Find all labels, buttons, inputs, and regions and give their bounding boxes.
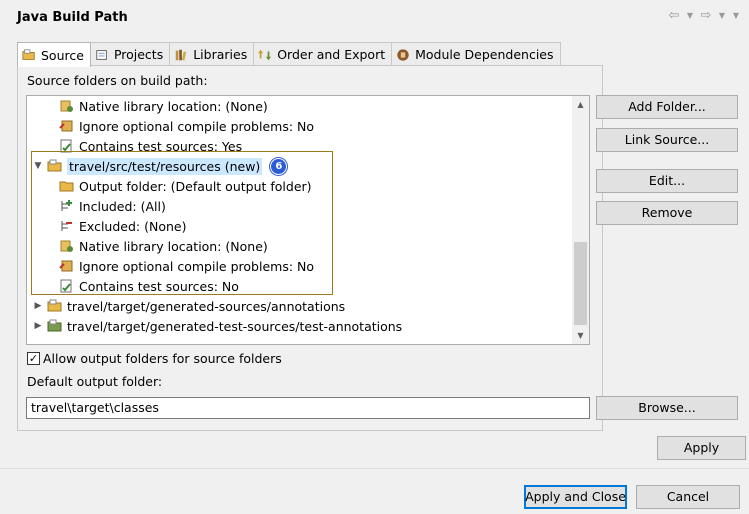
tab-projects[interactable]: Projects	[89, 42, 171, 66]
tab-label: Module Dependencies	[415, 47, 554, 62]
footer-divider	[0, 468, 749, 469]
default-output-label: Default output folder:	[27, 374, 163, 389]
tree-item-label: travel/target/generated-sources/annotati…	[67, 298, 346, 314]
allow-output-label: Allow output folders for source folders	[43, 351, 282, 366]
module-icon	[397, 48, 409, 61]
tree-item[interactable]: Native library location: (None)	[45, 236, 268, 256]
forward-arrow-icon[interactable]: ⇨	[699, 8, 713, 23]
title-bar: Java Build Path ⇦ ▼ ⇨ ▼ ▼	[0, 0, 749, 36]
remove-button[interactable]: Remove	[596, 201, 738, 225]
tree-item[interactable]: Contains test sources: No	[45, 276, 239, 296]
tab-label: Libraries	[193, 47, 248, 62]
ignore-problems-icon	[59, 260, 73, 272]
cancel-button[interactable]: Cancel	[636, 485, 740, 509]
tab-label: Source	[41, 47, 84, 63]
source-folder-icon	[47, 299, 62, 312]
tree-item-label: Ignore optional compile problems: No	[79, 258, 315, 274]
test-source-folder-icon	[47, 319, 62, 332]
ignore-problems-icon	[59, 120, 73, 132]
tree-item-selected[interactable]: ▼ travel/src/test/resources (new) 6	[33, 156, 288, 176]
tree-item-label: Native library location: (None)	[79, 98, 268, 114]
projects-icon	[96, 49, 107, 60]
test-sources-icon	[60, 139, 72, 153]
scroll-down-icon[interactable]: ▼	[572, 327, 589, 344]
tree-item-label: travel/target/generated-test-sources/tes…	[67, 318, 403, 334]
browse-button[interactable]: Browse...	[596, 396, 738, 420]
tab-bar: Source Projects Libraries Order and Expo…	[17, 42, 561, 67]
tree-item-label: Excluded: (None)	[79, 218, 187, 234]
history-navigation: ⇦ ▼ ⇨ ▼ ▼	[667, 8, 741, 23]
scroll-up-icon[interactable]: ▲	[572, 96, 589, 113]
back-arrow-icon[interactable]: ⇦	[667, 8, 681, 23]
tree-item-label: Output folder: (Default output folder)	[79, 178, 312, 194]
source-folder-icon	[22, 49, 35, 60]
tab-label: Order and Export	[277, 47, 386, 62]
output-folder-icon	[59, 181, 74, 192]
apply-and-close-button[interactable]: Apply and Close	[524, 485, 627, 509]
native-library-icon	[60, 240, 73, 252]
source-folder-icon	[47, 159, 62, 172]
libraries-icon	[175, 49, 187, 61]
default-output-field[interactable]: travel\target\classes	[26, 397, 590, 419]
tree-item-label: Included: (All)	[79, 198, 166, 214]
tree-item-label: Ignore optional compile problems: No	[79, 118, 315, 134]
included-icon	[61, 200, 72, 211]
tab-module-dependencies[interactable]: Module Dependencies	[391, 42, 561, 66]
forward-dropdown-icon[interactable]: ▼	[717, 11, 727, 20]
tab-source[interactable]: Source	[17, 42, 91, 67]
tab-order-export[interactable]: Order and Export	[253, 42, 393, 66]
window-title: Java Build Path	[17, 10, 128, 25]
tree-item[interactable]: Excluded: (None)	[45, 216, 186, 236]
scrollbar-thumb[interactable]	[574, 242, 587, 325]
back-dropdown-icon[interactable]: ▼	[685, 11, 695, 20]
tree-item-label: Native library location: (None)	[79, 238, 268, 254]
tree-item[interactable]: Included: (All)	[45, 196, 166, 216]
allow-output-checkbox[interactable]: ✓	[27, 352, 40, 365]
tree-item-label: Contains test sources: No	[79, 278, 239, 294]
view-menu-icon[interactable]: ▼	[731, 11, 741, 20]
edit-button[interactable]: Edit...	[596, 169, 738, 193]
apply-button[interactable]: Apply	[657, 436, 746, 460]
source-folders-tree[interactable]: Native library location: (None) Ignore o…	[26, 95, 590, 345]
tree-item[interactable]: Ignore optional compile problems: No	[45, 256, 314, 276]
source-folders-heading: Source folders on build path:	[27, 73, 208, 88]
tree-item[interactable]: Ignore optional compile problems: No	[45, 116, 314, 136]
tree-item[interactable]: Native library location: (None)	[45, 96, 268, 116]
tree-item[interactable]: ▶ travel/target/generated-sources/annota…	[33, 296, 346, 316]
expand-chevron-icon[interactable]: ▼	[33, 161, 43, 171]
tree-item[interactable]: ▶ travel/target/generated-test-sources/t…	[33, 316, 403, 336]
link-source-button[interactable]: Link Source...	[596, 128, 738, 152]
test-sources-icon	[60, 279, 72, 293]
tab-libraries[interactable]: Libraries	[169, 42, 255, 66]
tree-item[interactable]: Output folder: (Default output folder)	[45, 176, 312, 196]
expand-chevron-icon[interactable]: ▶	[33, 301, 43, 311]
tree-item-label: Contains test sources: Yes	[79, 138, 243, 154]
tree-item-label: travel/src/test/resources (new)	[67, 157, 263, 175]
tree-item[interactable]: Contains test sources: Yes	[45, 136, 242, 156]
step-badge: 6	[270, 157, 288, 175]
excluded-icon	[61, 221, 72, 231]
tree-vertical-scrollbar[interactable]: ▲ ▼	[572, 96, 589, 344]
expand-chevron-icon[interactable]: ▶	[33, 321, 43, 331]
tab-label: Projects	[113, 47, 164, 62]
add-folder-button[interactable]: Add Folder...	[596, 95, 738, 119]
native-library-icon	[60, 100, 73, 112]
order-export-icon	[258, 49, 272, 60]
